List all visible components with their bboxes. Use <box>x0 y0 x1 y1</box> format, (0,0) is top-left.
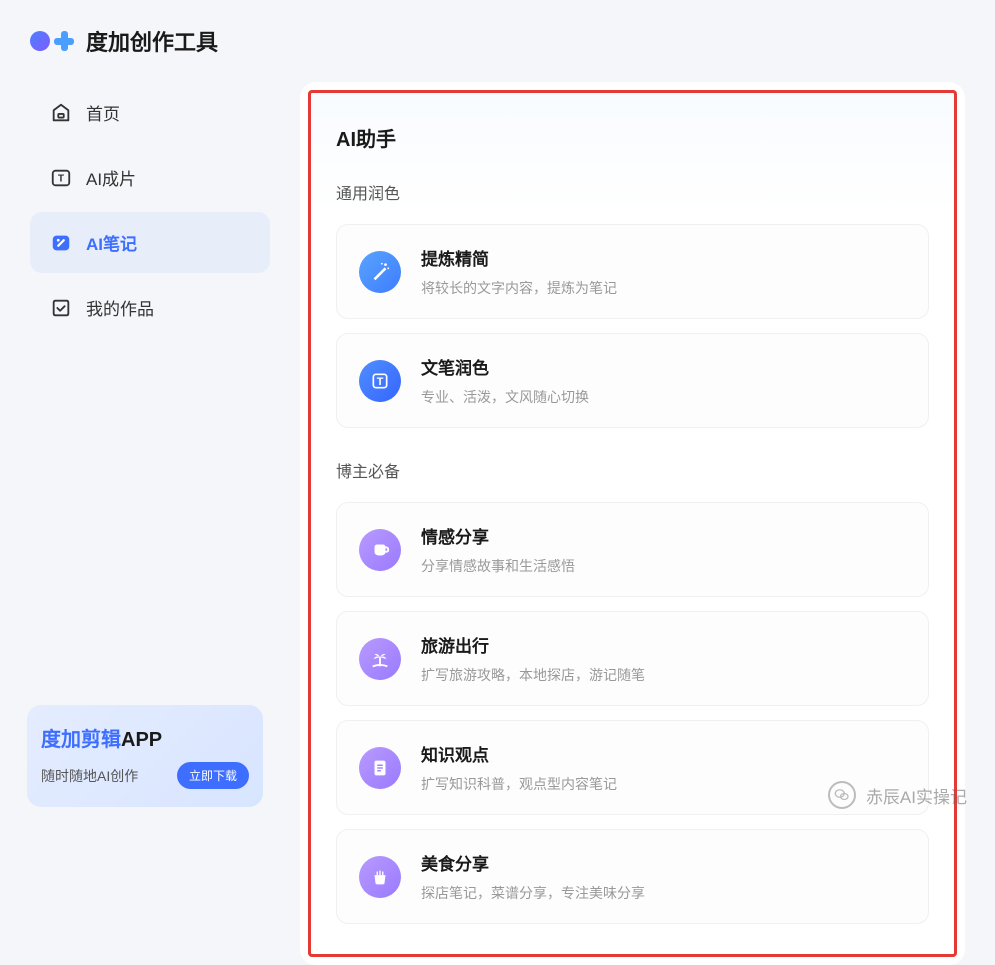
sidebar-item-label: 我的作品 <box>86 295 154 320</box>
promo-card[interactable]: 度加剪辑APP 随时随地AI创作 立即下载 <box>27 705 263 807</box>
svg-text:T: T <box>58 173 65 184</box>
wand-icon <box>359 251 401 293</box>
home-icon <box>50 102 72 124</box>
section-title-blogger: 博主必备 <box>336 458 929 482</box>
feature-title: 美食分享 <box>421 850 906 875</box>
feature-desc: 分享情感故事和生活感悟 <box>421 556 906 576</box>
feature-title: 知识观点 <box>421 741 906 766</box>
sidebar-item-ai-notes[interactable]: AI笔记 <box>30 212 270 273</box>
works-icon <box>50 297 72 319</box>
sidebar-item-label: 首页 <box>86 100 120 125</box>
feature-card-polish[interactable]: T 文笔润色 专业、活泼，文风随心切换 <box>336 333 929 428</box>
feature-card-travel[interactable]: 旅游出行 扩写旅游攻略，本地探店，游记随笔 <box>336 611 929 706</box>
feature-title: 旅游出行 <box>421 632 906 657</box>
download-button[interactable]: 立即下载 <box>177 762 249 789</box>
svg-text:T: T <box>377 376 384 388</box>
video-icon: T <box>50 167 72 189</box>
watermark-text: 赤辰AI实操记 <box>866 783 967 808</box>
feature-desc: 扩写旅游攻略，本地探店，游记随笔 <box>421 665 906 685</box>
promo-subtitle: 随时随地AI创作 <box>41 766 138 786</box>
sidebar-item-home[interactable]: 首页 <box>30 82 270 143</box>
feature-title: 文笔润色 <box>421 354 906 379</box>
sidebar-item-label: AI成片 <box>86 165 136 190</box>
notes-icon <box>50 232 72 254</box>
palm-icon <box>359 638 401 680</box>
app-header: 度加创作工具 <box>0 0 995 82</box>
watermark: 赤辰AI实操记 <box>828 781 967 809</box>
section-title-general: 通用润色 <box>336 180 929 204</box>
sidebar-item-my-works[interactable]: 我的作品 <box>30 277 270 338</box>
feature-desc: 探店笔记，菜谱分享，专注美味分享 <box>421 883 906 903</box>
content-panel: AI助手 通用润色 提炼精简 将较长的文字内容，提炼为笔记 <box>300 82 965 965</box>
feature-card-food[interactable]: 美食分享 探店笔记，菜谱分享，专注美味分享 <box>336 829 929 924</box>
feature-title: 提炼精简 <box>421 245 906 270</box>
text-icon: T <box>359 360 401 402</box>
promo-title: 度加剪辑APP <box>41 723 249 752</box>
feature-title: 情感分享 <box>421 523 906 548</box>
heart-cup-icon <box>359 529 401 571</box>
feature-card-refine[interactable]: 提炼精简 将较长的文字内容，提炼为笔记 <box>336 224 929 319</box>
feature-card-emotion[interactable]: 情感分享 分享情感故事和生活感悟 <box>336 502 929 597</box>
app-title: 度加创作工具 <box>86 25 218 57</box>
wechat-icon <box>828 781 856 809</box>
sidebar-item-label: AI笔记 <box>86 230 137 255</box>
feature-desc: 专业、活泼，文风随心切换 <box>421 387 906 407</box>
highlight-box: AI助手 通用润色 提炼精简 将较长的文字内容，提炼为笔记 <box>308 90 957 957</box>
document-icon <box>359 747 401 789</box>
panel-title: AI助手 <box>336 123 929 152</box>
feature-desc: 将较长的文字内容，提炼为笔记 <box>421 278 906 298</box>
sidebar-item-ai-video[interactable]: T AI成片 <box>30 147 270 208</box>
food-icon <box>359 856 401 898</box>
logo-icon <box>30 31 74 51</box>
app-logo: 度加创作工具 <box>30 25 218 57</box>
sidebar: 首页 T AI成片 AI <box>30 82 270 965</box>
